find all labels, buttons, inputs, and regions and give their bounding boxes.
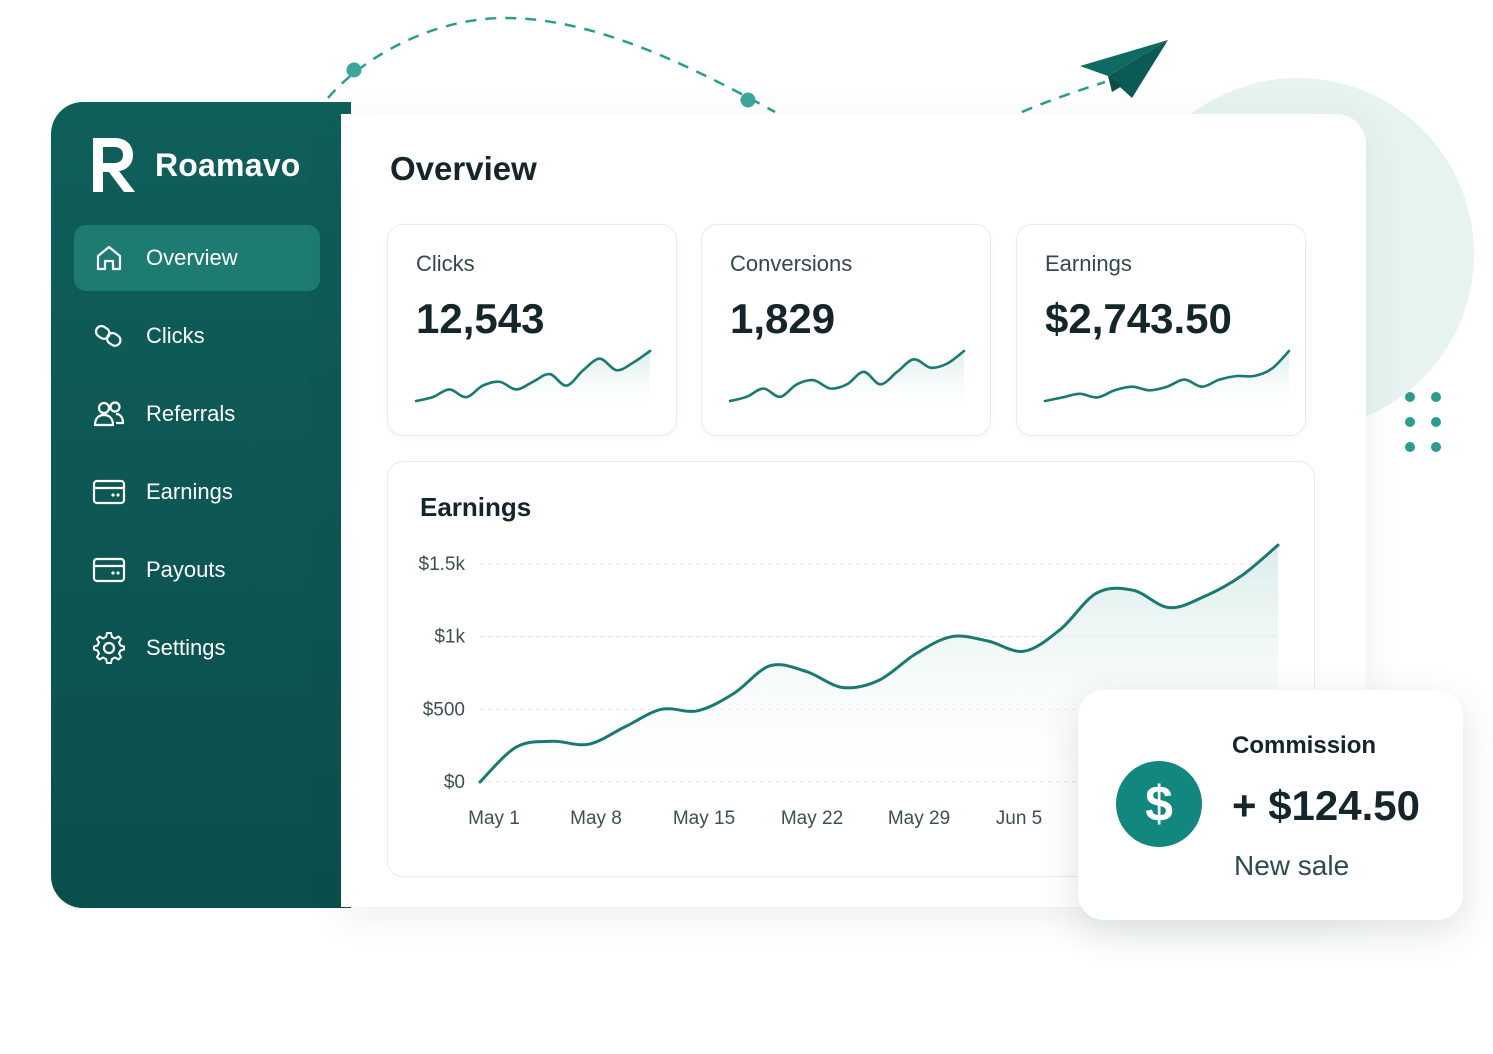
y-tick-label: $1.5k: [419, 554, 466, 575]
sidebar-nav: Overview Clicks Referrals Earnings Payou…: [74, 225, 320, 693]
x-tick-label: May 15: [673, 808, 735, 829]
card-icon: [92, 553, 126, 587]
link-icon: [92, 319, 126, 353]
sparkline-area: [1045, 351, 1289, 415]
x-tick-label: May 8: [570, 808, 622, 829]
stat-value: $2,743.50: [1045, 295, 1232, 342]
brand[interactable]: Roamavo: [91, 136, 300, 194]
path-dot: [740, 92, 756, 108]
toast-amount: + $124.50: [1232, 782, 1421, 829]
sidebar-item-label: Referrals: [146, 401, 236, 426]
wallet-icon: [92, 475, 126, 509]
dollar-icon: $: [1116, 761, 1202, 847]
y-tick-label: $500: [423, 699, 465, 720]
commission-notification[interactable]: $ Commission + $124.50 New sale: [1078, 690, 1463, 920]
sidebar-item-clicks[interactable]: Clicks: [74, 303, 320, 369]
sidebar-item-label: Payouts: [146, 557, 226, 582]
brand-name: Roamavo: [155, 146, 301, 183]
decorative-dots: [1403, 390, 1443, 452]
sidebar-item-label: Overview: [146, 245, 238, 270]
sidebar-item-referrals[interactable]: Referrals: [74, 381, 320, 447]
roamavo-logo-icon: [93, 138, 135, 192]
sidebar-item-payouts[interactable]: Payouts: [74, 537, 320, 603]
sparkline: [1043, 349, 1291, 415]
sidebar-item-label: Clicks: [146, 323, 205, 348]
stat-card-earnings[interactable]: Earnings $2,743.50: [1016, 224, 1306, 436]
x-tick-label: May 29: [888, 808, 950, 829]
page-title: Overview: [390, 150, 537, 187]
toast-subtitle: New sale: [1234, 850, 1350, 881]
sidebar-item-label: Earnings: [146, 479, 233, 504]
stat-value: 1,829: [730, 295, 836, 342]
stat-label: Clicks: [416, 251, 475, 276]
sidebar-item-settings[interactable]: Settings: [74, 615, 320, 681]
path-dot: [346, 62, 362, 78]
sparkline: [414, 349, 652, 415]
sidebar-item-overview[interactable]: Overview: [74, 225, 320, 291]
y-tick-label: $1k: [434, 627, 465, 648]
y-tick-label: $0: [444, 772, 465, 793]
stat-label: Earnings: [1045, 251, 1132, 276]
sparkline: [728, 349, 966, 415]
x-tick-label: May 1: [468, 808, 520, 829]
stat-card-conversions[interactable]: Conversions 1,829: [701, 224, 991, 436]
stat-label: Conversions: [730, 251, 853, 276]
x-tick-label: May 22: [781, 808, 843, 829]
stat-value: 12,543: [416, 295, 545, 342]
sidebar-item-earnings[interactable]: Earnings: [74, 459, 320, 525]
stat-card-clicks[interactable]: Clicks 12,543: [387, 224, 677, 436]
sidebar: Roamavo Overview Clicks Referrals Earnin…: [51, 102, 351, 908]
home-icon: [92, 241, 126, 275]
sidebar-item-label: Settings: [146, 635, 226, 660]
paper-plane-icon: [1080, 40, 1168, 98]
gear-icon: [92, 631, 126, 665]
toast-title: Commission: [1232, 732, 1377, 759]
users-icon: [92, 397, 126, 431]
x-tick-label: Jun 5: [996, 808, 1042, 829]
